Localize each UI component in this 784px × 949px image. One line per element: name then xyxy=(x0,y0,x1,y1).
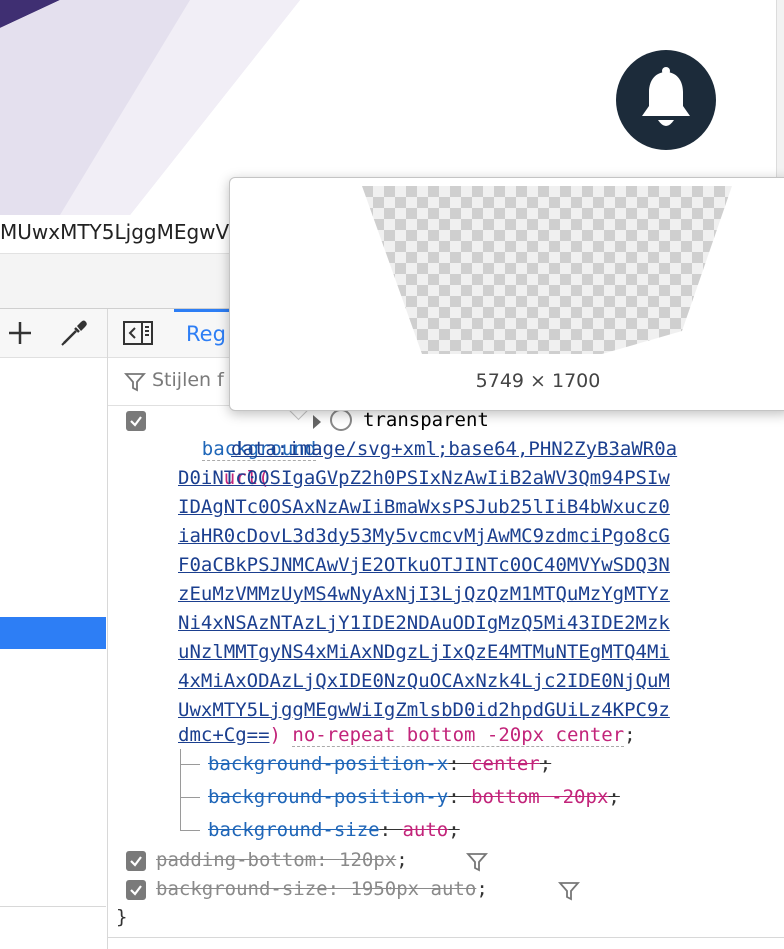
rule-separator xyxy=(108,937,784,938)
eyedropper-icon[interactable] xyxy=(58,317,90,349)
url-close: ) xyxy=(269,724,281,746)
longhand-name: background-position-y xyxy=(208,786,449,808)
page-scroll-edge xyxy=(776,0,784,178)
divider xyxy=(0,906,106,907)
longhand-position-x: background-position-x: center; xyxy=(208,753,552,775)
longhand-position-y: background-position-y: bottom -20px; xyxy=(208,786,620,808)
property-value: 1950px auto xyxy=(350,878,477,900)
url-link-line-4[interactable]: F0aCBkPSJNMCAwVjE2OTkuOTJINTc0OC40MVYwSD… xyxy=(178,551,670,580)
url-link-line-5[interactable]: zEuMzVMMzUyMS4wNyAxNjI3LjQzQzM1MTQuMzYgM… xyxy=(178,580,670,609)
check-icon xyxy=(130,416,142,427)
longhand-size: background-size: auto; xyxy=(208,819,460,841)
bell-icon xyxy=(642,67,690,126)
declaration-checkbox[interactable] xyxy=(126,851,146,871)
filter-icon xyxy=(124,373,146,392)
image-dimensions: 5749 × 1700 xyxy=(475,370,601,392)
declaration-checkbox[interactable] xyxy=(126,880,146,900)
property-name: background-size xyxy=(156,878,328,900)
filter-rules-icon[interactable] xyxy=(558,880,580,902)
longhand-value: bottom -20px xyxy=(471,786,609,808)
add-icon[interactable] xyxy=(4,317,36,349)
url-link-line-7[interactable]: uNzlMMTgyNS4xMiAxNDgzLjIxQzE4MTMuNTEgMTQ… xyxy=(178,638,670,667)
longhand-name: background-size xyxy=(208,819,380,841)
longhand-tree xyxy=(180,749,181,831)
rule-closing-brace: } xyxy=(116,906,128,928)
url-link-line-1[interactable]: D0iNTc0OSIgaGVpZ2h0PSIxNzAwIiB2aWV3Qm94P… xyxy=(178,464,670,493)
image-preview-tooltip: 5749 × 1700 xyxy=(229,177,784,411)
selected-markup-node[interactable] xyxy=(0,617,106,649)
url-link-line-10[interactable]: dmc+Cg== xyxy=(178,724,270,746)
check-icon xyxy=(130,856,142,867)
check-icon xyxy=(130,885,142,896)
longhand-value: auto xyxy=(402,819,449,841)
url-link-line-0[interactable]: data:image/svg+xml;base64,PHN2ZyB3aWR0a xyxy=(231,435,677,464)
expand-arrow-icon[interactable] xyxy=(310,413,324,431)
semicolon: ; xyxy=(624,724,636,746)
toggle-sidebar-icon[interactable] xyxy=(122,319,154,347)
url-link-line-8[interactable]: 4xMiAxODAzLjQxIDE0NzQuOCAxNzk4Ljc2IDE0Nj… xyxy=(178,667,670,696)
base64-text-fragment: MUwxMTY5LjggMEgwV xyxy=(0,220,230,244)
declaration-background-size[interactable]: background-size: 1950px auto; xyxy=(156,875,488,904)
url-last-line: dmc+Cg==) no-repeat bottom -20px center; xyxy=(178,721,636,750)
tree-branch xyxy=(180,830,200,831)
longhand-value: center xyxy=(471,753,540,775)
markup-pane xyxy=(0,309,108,949)
filter-rules-icon[interactable] xyxy=(466,851,488,873)
url-link-line-3[interactable]: iaHR0cDovL3d3dy53My5vcmcvMjAwMC9zdmciPgo… xyxy=(178,522,670,551)
property-value: 120px xyxy=(339,849,397,871)
notification-bell-button[interactable] xyxy=(616,50,716,150)
markup-toolbar xyxy=(0,309,107,358)
tree-branch xyxy=(180,797,200,798)
tree-branch xyxy=(180,764,200,765)
background-tail-value[interactable]: no-repeat bottom -20px center xyxy=(292,724,625,747)
color-swatch[interactable] xyxy=(330,409,352,431)
url-link-line-6[interactable]: Ni4xNSAzNTAzLjY1IDE2NDAuODIgMzQ5Mi43IDE2… xyxy=(178,609,670,638)
property-name: padding-bottom xyxy=(156,849,317,871)
url-link-line-2[interactable]: IDAgNTc0OSAxNzAwIiBmaWxsPSJub25lIiB4bWxu… xyxy=(178,493,670,522)
declaration-padding-bottom[interactable]: padding-bottom: 120px; xyxy=(156,846,408,875)
image-preview xyxy=(362,186,732,354)
longhand-name: background-position-x xyxy=(208,753,449,775)
declaration-checkbox[interactable] xyxy=(126,411,146,431)
